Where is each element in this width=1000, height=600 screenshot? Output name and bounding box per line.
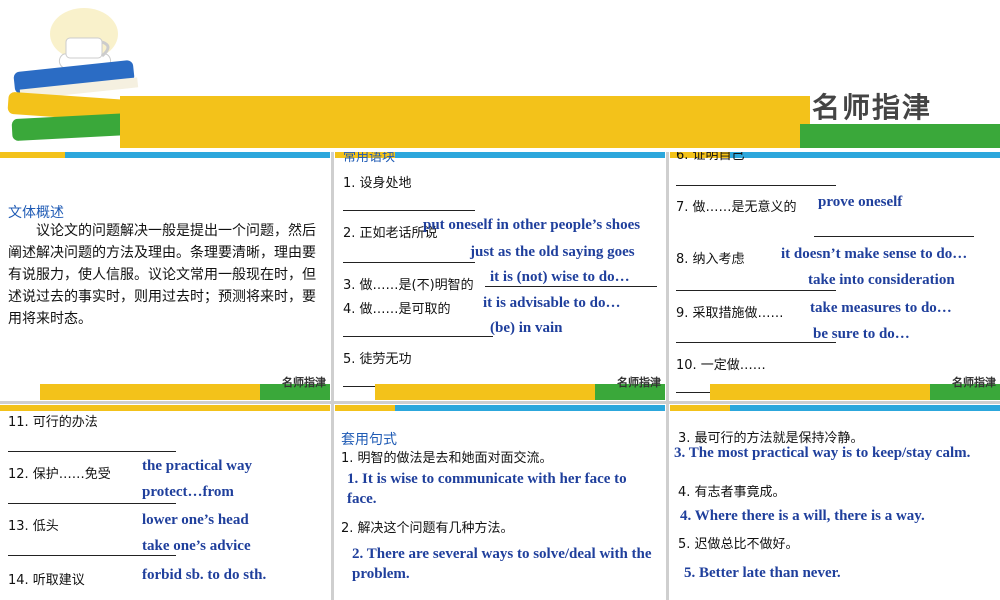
overview-heading: 文体概述 [8,205,64,221]
phrase-item: 13. 低头 [8,519,59,534]
panel-sentences-1: 套用句式 1. 明智的做法是去和她面对面交流。 1. It is wise to… [335,405,665,600]
phrase-answer: (be) in vain [490,320,563,336]
panel-phrases-1: 常用语块 1. 设身处地 2. 正如老话所说 put oneself in ot… [335,152,665,400]
cut-heading: 常用语块 [343,152,396,165]
phrase-item: 3. 做……是(不)明智的 [343,278,474,293]
sentence-answer: 3. The most practical way is to keep/sta… [674,445,971,461]
phrase-answer: take measures to do… [810,300,952,316]
sentence-prompt: 4. 有志者事竟成。 [678,485,786,500]
phrase-answer: lower one’s head [142,512,249,528]
header-green-band [800,124,1000,148]
phrase-answer: just as the old saying goes [470,244,635,260]
panel-overview: 文体概述 议论文的问题解决一般是提出一个问题，然后阐述解决问题的方法及理由。条理… [0,152,330,400]
panel-phrases-2: 6. 证明自己 7. 做……是无意义的 prove oneself 8. 纳入考… [670,152,1000,400]
header-title: 名师指津 [812,91,933,124]
phrase-item: 5. 徒劳无功 [343,352,412,367]
panel-sentences-2: 3. 最可行的方法就是保持冷静。 3. The most practical w… [670,405,1000,600]
phrase-item: 7. 做……是无意义的 [676,200,797,215]
phrase-answer: it doesn’t make sense to do… [781,246,968,262]
phrase-item: 8. 纳入考虑 [676,252,745,267]
phrase-item: 11. 可行的办法 [8,415,98,430]
sentence-answer: 4. Where there is a will, there is a way… [680,508,925,524]
phrase-answer: the practical way [142,458,252,474]
phrase-answer: take into consideration [808,272,955,288]
mini-footer: 名师指津 [670,372,1000,400]
phrase-answer: prove oneself [818,194,903,210]
phrase-item: 12. 保护……免受 [8,467,111,482]
phrase-item: 1. 设身处地 [343,176,412,191]
phrase-item: 4. 做……是可取的 [343,302,451,317]
phrase-item: 14. 听取建议 [8,573,85,588]
phrase-answer: it is advisable to do… [483,295,621,311]
phrase-item: 9. 采取措施做…… [676,306,784,321]
phrase-item: 10. 一定做…… [676,358,766,373]
sentence-prompt: 2. 解决这个问题有几种方法。 [341,521,514,536]
header-yellow-band [120,96,810,148]
sentence-answer: 2. There are several ways to solve/deal … [352,546,652,582]
mini-footer: 名师指津 [0,372,330,400]
phrase-answer: protect…from [142,484,234,500]
phrase-answer: take one’s advice [142,538,251,554]
overview-paragraph: 议论文的问题解决一般是提出一个问题，然后阐述解决问题的方法及理由。条理要清晰，理… [8,223,316,327]
phrase-answer: it is (not) wise to do… [490,269,630,285]
sentences-heading: 套用句式 [341,432,397,448]
cut-heading: 6. 证明自己 [676,152,745,163]
phrase-answer: forbid sb. to do sth. [142,567,267,583]
sentence-answer: 1. It is wise to communicate with her fa… [347,471,627,507]
phrase-answer: be sure to do… [813,326,910,342]
sentence-answer: 5. Better late than never. [684,565,841,581]
panel-phrases-3: 11. 可行的办法 12. 保护……免受 the practical way p… [0,405,330,600]
sentence-prompt: 5. 迟做总比不做好。 [678,537,799,552]
header-banner: 名师指津 [0,0,1000,150]
phrase-answer: put oneself in other people’s shoes [423,217,641,233]
mini-footer: 名师指津 [335,372,665,400]
sentence-prompt: 1. 明智的做法是去和她面对面交流。 [341,451,553,466]
